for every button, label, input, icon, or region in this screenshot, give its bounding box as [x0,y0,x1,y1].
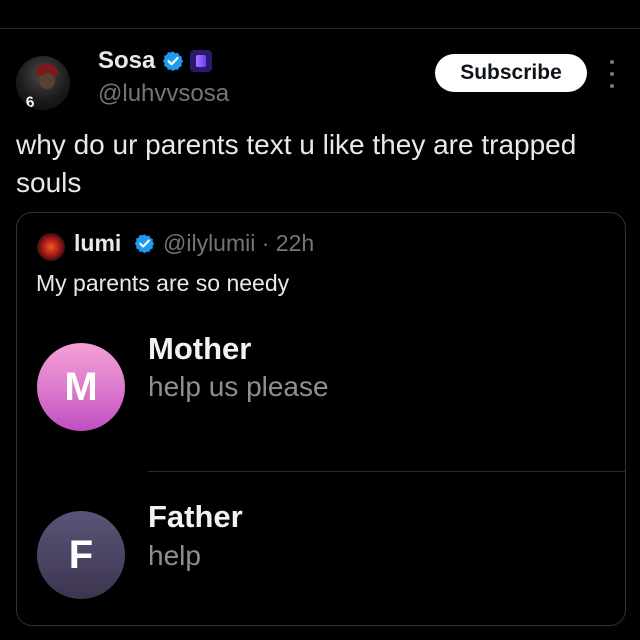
message-preview-father: help [148,540,201,571]
author-avatar[interactable]: 6 [16,56,70,110]
contact-avatar-father: F [37,511,125,599]
affiliate-badge-icon [190,50,212,72]
verified-badge-icon [134,234,155,254]
contact-name-mother: Mother [148,331,252,366]
quoted-tweet-text: My parents are so needy [36,270,290,296]
author-handle[interactable]: @luhvvsosa [98,80,229,108]
message-preview-mother: help us please [148,371,329,402]
message-divider [148,471,625,472]
avatar-jersey-number: 6 [24,93,36,110]
verified-badge-icon [162,51,184,72]
quoted-author-handle-time[interactable]: @ilylumii · 22h [163,230,314,257]
quoted-author-avatar[interactable] [37,233,65,261]
contact-name-father: Father [148,499,243,534]
contact-avatar-mother: M [37,343,125,431]
quoted-author-name[interactable]: lumi [74,230,121,257]
more-options-icon[interactable] [606,60,618,88]
tweet-text: why do ur parents text u like they are t… [16,129,577,198]
quoted-tweet[interactable]: lumi @ilylumii · 22h My parents are so n… [16,212,626,626]
subscribe-button[interactable]: Subscribe [435,54,587,92]
author-name[interactable]: Sosa [98,47,155,75]
avatar-face [39,73,55,89]
top-divider [0,28,640,29]
